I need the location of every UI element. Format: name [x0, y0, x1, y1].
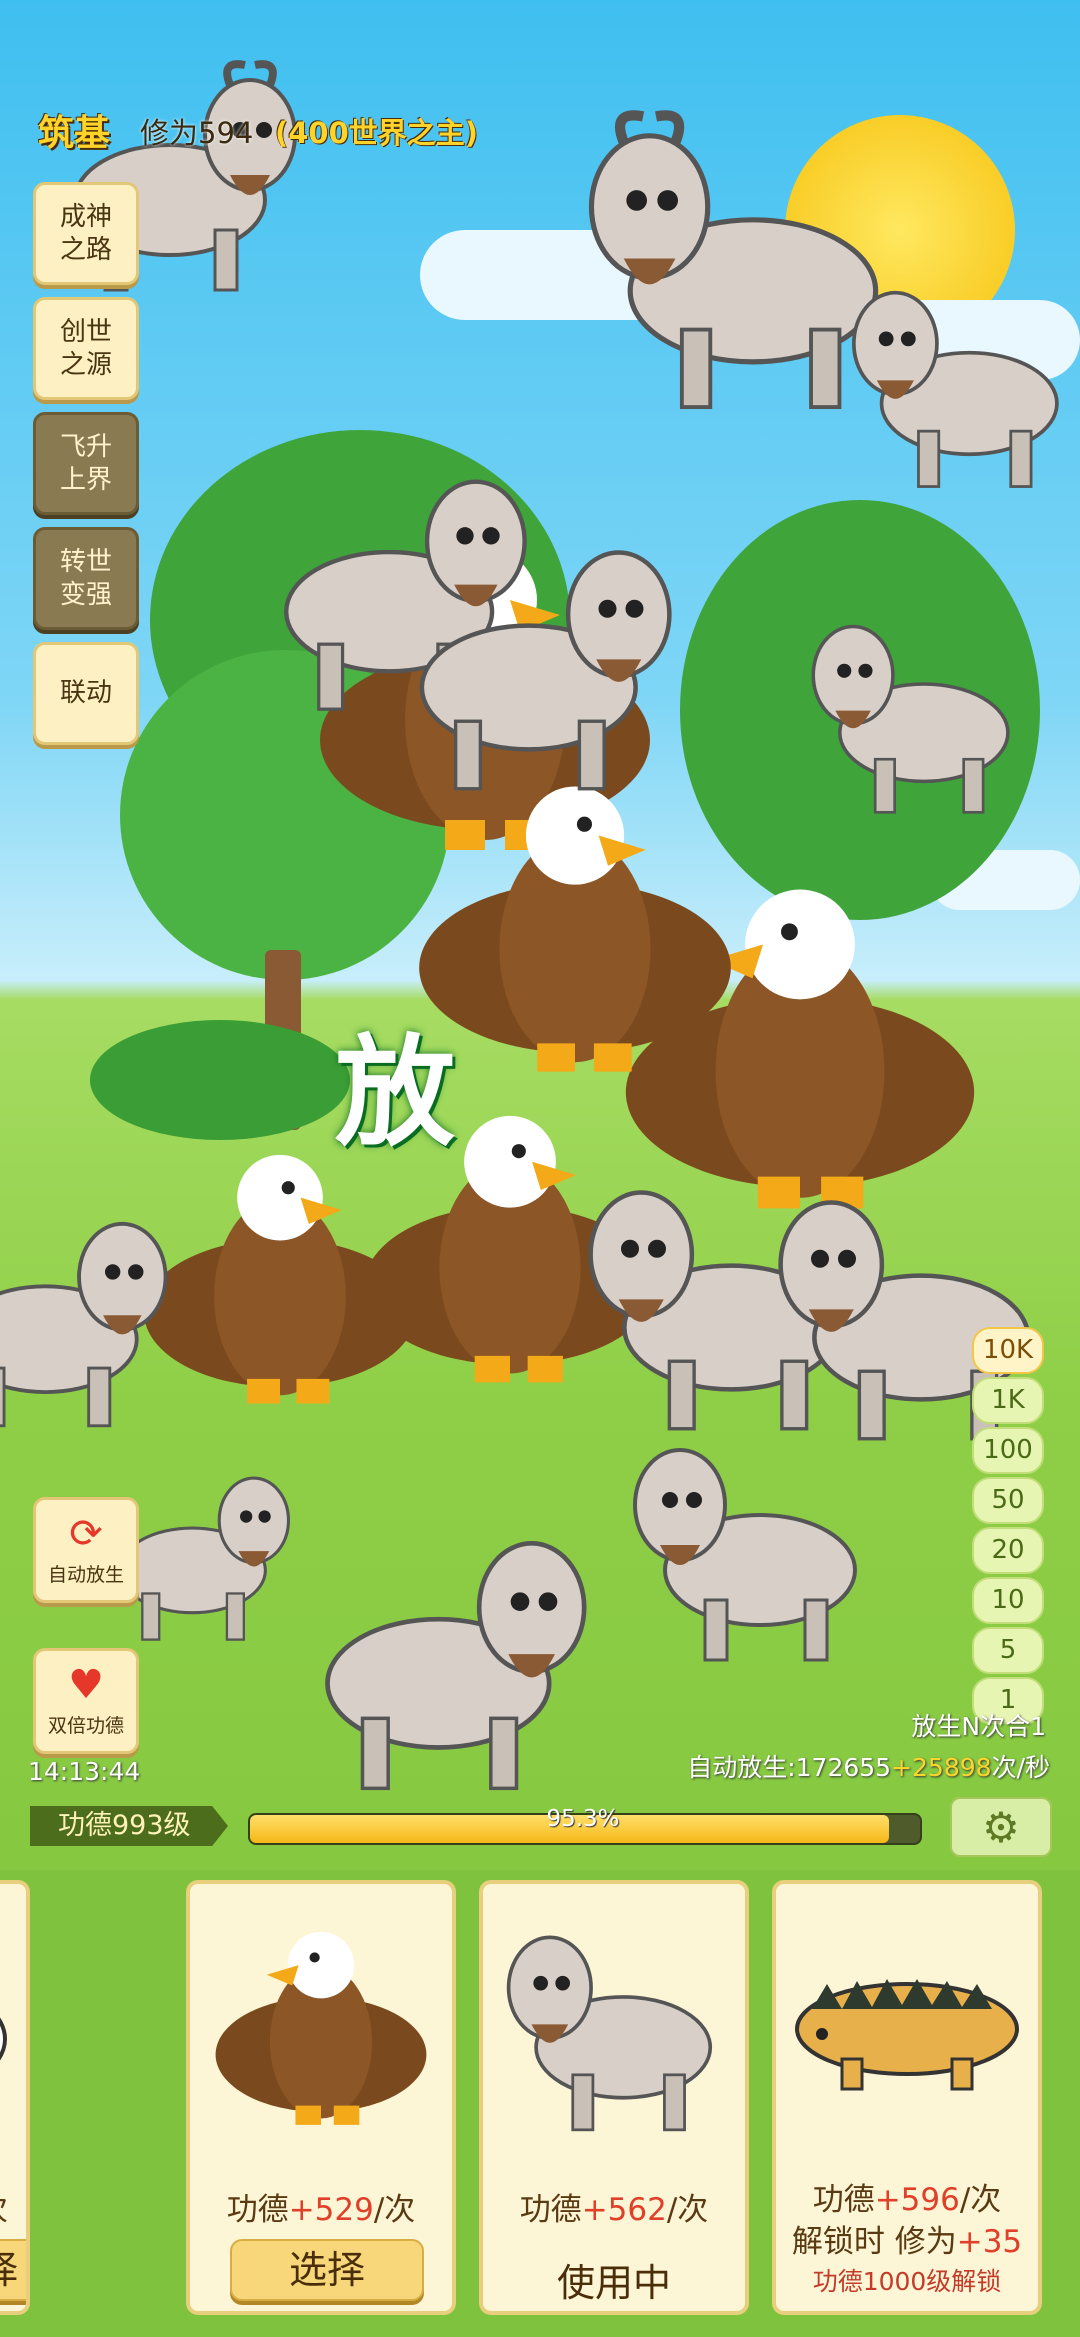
multiplier-5[interactable]: 5	[972, 1627, 1044, 1674]
in-use-status: 使用中	[556, 2261, 671, 2305]
auto-release-label: 自动放生	[47, 1564, 124, 1586]
multiplier-50[interactable]: 50	[972, 1477, 1044, 1524]
dalmatian-art	[0, 1884, 26, 2174]
settings-button[interactable]: ⚙	[950, 1797, 1052, 1857]
select-button[interactable]: 选择	[230, 2239, 424, 2301]
cultivation-value: 修为594	[140, 116, 254, 150]
realm-title: 筑基	[38, 113, 111, 154]
reincarnate-button[interactable]: 转世变强	[33, 527, 139, 630]
source-of-creation-button[interactable]: 创世之源	[33, 297, 139, 400]
multiplier-selector: 10K 1K 100 50 20 10 5 1	[972, 1327, 1044, 1727]
multiplier-10k[interactable]: 10K	[972, 1327, 1044, 1374]
goat-sprite	[506, 1935, 713, 2132]
multiplier-10[interactable]: 10	[972, 1577, 1044, 1624]
eagle-sprite	[419, 786, 731, 1072]
bush	[90, 1020, 350, 1140]
release-mode: 放生N次合1	[911, 1712, 1046, 1741]
heart-icon: ♥	[68, 1662, 104, 1708]
auto-release-rate: 自动放生:172655+25898次/秒	[687, 1753, 1050, 1782]
card-merit: 功德+596/次	[812, 2182, 1002, 2218]
ankylosaur-art	[776, 1884, 1038, 2174]
animal-card-dalmatian[interactable]: 497/次 择	[0, 1880, 30, 2315]
select-button[interactable]: 择	[0, 2239, 26, 2301]
merit-level: 功德993级	[30, 1806, 228, 1846]
refresh-icon: ⟳	[69, 1511, 103, 1557]
path-to-godhood-button[interactable]: 成神之路	[33, 182, 139, 285]
goat-sprite	[419, 550, 672, 791]
gear-icon: ⚙	[982, 1802, 1020, 1852]
card-merit: 497/次	[0, 2184, 26, 2229]
animal-card-eagle[interactable]: 功德+529/次 选择	[186, 1880, 456, 2315]
animal-card-strip[interactable]: 497/次 择 功德+529/次 选择 功德+562/次 使用中 功德+596/…	[0, 1870, 1080, 2337]
clock: 14:13:44	[28, 1757, 141, 1786]
eagle-art	[190, 1884, 452, 2174]
goat-sprite	[633, 1448, 857, 1662]
goat-sprite	[0, 1221, 168, 1428]
world-rank: (400世界之主)	[275, 116, 479, 150]
goat-sprite	[325, 1541, 587, 1791]
multiplier-20[interactable]: 20	[972, 1527, 1044, 1574]
double-merit-button[interactable]: ♥ 双倍功德	[33, 1648, 139, 1754]
animal-card-goat[interactable]: 功德+562/次 使用中	[479, 1880, 749, 2315]
goat-art	[483, 1884, 745, 2174]
ankylosaur-sprite	[795, 1979, 1019, 2091]
goat-sprite	[852, 290, 1059, 488]
ascend-button[interactable]: 飞升上界	[33, 412, 139, 515]
eagle-sprite	[215, 1931, 427, 2125]
game-scene[interactable]: 放 筑基 修为594 (400世界之主) 成神之路 创世之源 飞升上界 转世变强…	[0, 0, 1080, 2337]
card-merit: 功德+529/次	[226, 2192, 416, 2228]
dalmatian-sprite	[0, 2017, 7, 2061]
unlock-bonus: 解锁时 修为+35	[791, 2224, 1023, 2260]
unlock-requirement: 功德1000级解锁	[812, 2267, 1002, 2296]
merit-progress-text: 95.3%	[546, 1806, 620, 1832]
animal-card-ankylosaur[interactable]: 功德+596/次 解锁时 修为+35 功德1000级解锁	[772, 1880, 1042, 2315]
card-merit: 功德+562/次	[519, 2192, 709, 2228]
goat-sprite	[811, 624, 1010, 814]
multiplier-100[interactable]: 100	[972, 1427, 1044, 1474]
multiplier-1k[interactable]: 1K	[972, 1377, 1044, 1424]
collab-button[interactable]: 联动	[33, 642, 139, 745]
auto-release-button[interactable]: ⟳ 自动放生	[33, 1497, 139, 1603]
double-merit-label: 双倍功德	[47, 1715, 124, 1737]
